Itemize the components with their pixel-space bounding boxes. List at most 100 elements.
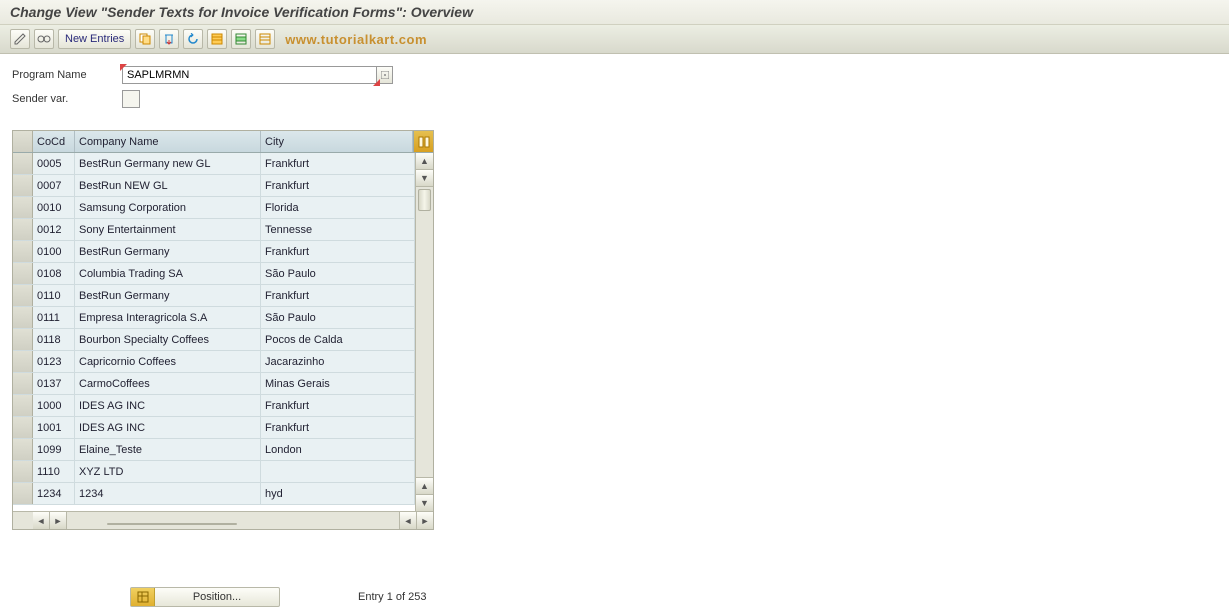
toggle-display-change-icon[interactable] — [10, 29, 30, 49]
delete-icon[interactable] — [159, 29, 179, 49]
cell-company-name: IDES AG INC — [75, 395, 261, 416]
cell-city: Frankfurt — [261, 153, 415, 174]
row-selector[interactable] — [13, 241, 33, 262]
cell-city: Frankfurt — [261, 175, 415, 196]
select-all-icon[interactable] — [207, 29, 227, 49]
cell-cocd: 0118 — [33, 329, 75, 350]
vertical-scrollbar[interactable]: ▲ ▼ ▲ ▼ — [415, 153, 433, 511]
table-row[interactable]: 0010Samsung CorporationFlorida — [13, 197, 433, 219]
table-row[interactable]: 1000IDES AG INCFrankfurt — [13, 395, 433, 417]
table-row[interactable]: 0111Empresa Interagricola S.ASão Paulo — [13, 307, 433, 329]
new-entries-label: New Entries — [65, 33, 124, 45]
application-toolbar: New Entries www.tutorialkart.com — [0, 25, 1229, 54]
row-selector[interactable] — [13, 483, 33, 504]
cell-city: São Paulo — [261, 307, 415, 328]
cell-city: Jacarazinho — [261, 351, 415, 372]
cell-city: Minas Gerais — [261, 373, 415, 394]
scroll-right-icon[interactable]: ► — [416, 512, 433, 529]
scroll-up-step-icon[interactable]: ▲ — [416, 477, 433, 494]
cell-company-name: Sony Entertainment — [75, 219, 261, 240]
row-selector[interactable] — [13, 417, 33, 438]
table-row[interactable]: 1001IDES AG INCFrankfurt — [13, 417, 433, 439]
cell-company-name: Columbia Trading SA — [75, 263, 261, 284]
cell-city: Frankfurt — [261, 395, 415, 416]
scroll-left-icon[interactable]: ◄ — [33, 512, 50, 529]
deselect-all-icon[interactable] — [255, 29, 275, 49]
cell-company-name: XYZ LTD — [75, 461, 261, 482]
table-row[interactable]: 0118Bourbon Specialty CoffeesPocos de Ca… — [13, 329, 433, 351]
new-entries-button[interactable]: New Entries — [58, 29, 131, 49]
watermark-text: www.tutorialkart.com — [285, 32, 427, 47]
program-name-input[interactable] — [122, 66, 377, 84]
cell-company-name: BestRun Germany new GL — [75, 153, 261, 174]
cell-cocd: 0005 — [33, 153, 75, 174]
table-row[interactable]: 0007BestRun NEW GLFrankfurt — [13, 175, 433, 197]
cell-cocd: 1001 — [33, 417, 75, 438]
cell-cocd: 1110 — [33, 461, 75, 482]
table-row[interactable]: 0012Sony EntertainmentTennesse — [13, 219, 433, 241]
select-block-icon[interactable] — [231, 29, 251, 49]
row-selector[interactable] — [13, 373, 33, 394]
table-row[interactable]: 0100BestRun GermanyFrankfurt — [13, 241, 433, 263]
table-row[interactable]: 0108Columbia Trading SASão Paulo — [13, 263, 433, 285]
hscroll-thumb[interactable] — [107, 523, 237, 525]
cell-company-name: Samsung Corporation — [75, 197, 261, 218]
scroll-left-step-icon[interactable]: ◄ — [399, 512, 416, 529]
table-row[interactable]: 1099Elaine_TesteLondon — [13, 439, 433, 461]
cell-city: Frankfurt — [261, 241, 415, 262]
scroll-right-step-icon[interactable]: ► — [50, 512, 67, 529]
table-row[interactable]: 0110BestRun GermanyFrankfurt — [13, 285, 433, 307]
position-button[interactable]: Position... — [130, 587, 280, 607]
cell-company-name: Capricornio Coffees — [75, 351, 261, 372]
row-selector[interactable] — [13, 219, 33, 240]
row-selector[interactable] — [13, 439, 33, 460]
col-header-cocd[interactable]: CoCd — [33, 131, 75, 152]
cell-cocd: 0100 — [33, 241, 75, 262]
row-selector[interactable] — [13, 351, 33, 372]
position-icon — [131, 588, 155, 606]
row-selector[interactable] — [13, 197, 33, 218]
col-header-city[interactable]: City — [261, 131, 413, 152]
scrollbar-thumb[interactable] — [418, 189, 431, 211]
cell-city: Florida — [261, 197, 415, 218]
cell-cocd: 0123 — [33, 351, 75, 372]
scroll-down-icon[interactable]: ▼ — [416, 494, 433, 511]
select-all-rows[interactable] — [13, 131, 33, 152]
row-selector[interactable] — [13, 329, 33, 350]
cell-company-name: BestRun Germany — [75, 241, 261, 262]
undo-icon[interactable] — [183, 29, 203, 49]
row-selector[interactable] — [13, 461, 33, 482]
row-selector[interactable] — [13, 263, 33, 284]
horizontal-scrollbar[interactable]: ◄ ► ◄ ► — [13, 511, 433, 529]
table-header: CoCd Company Name City — [13, 131, 433, 153]
page-title: Change View "Sender Texts for Invoice Ve… — [10, 4, 473, 20]
cell-company-name: CarmoCoffees — [75, 373, 261, 394]
copy-icon[interactable] — [135, 29, 155, 49]
row-selector[interactable] — [13, 307, 33, 328]
cell-company-name: Empresa Interagricola S.A — [75, 307, 261, 328]
cell-cocd: 0137 — [33, 373, 75, 394]
scroll-down-step-icon[interactable]: ▼ — [416, 170, 433, 187]
cell-company-name: Elaine_Teste — [75, 439, 261, 460]
col-header-company-name[interactable]: Company Name — [75, 131, 261, 152]
table-row[interactable]: 0123Capricornio CoffeesJacarazinho — [13, 351, 433, 373]
form-area: Program Name Sender var. — [0, 54, 1229, 122]
cell-city: Frankfurt — [261, 285, 415, 306]
table-row[interactable]: 1110XYZ LTD — [13, 461, 433, 483]
sender-var-label: Sender var. — [12, 93, 122, 105]
row-selector[interactable] — [13, 395, 33, 416]
cell-company-name: BestRun Germany — [75, 285, 261, 306]
table-row[interactable]: 12341234hyd — [13, 483, 433, 505]
scroll-up-icon[interactable]: ▲ — [416, 153, 433, 170]
cell-cocd: 0012 — [33, 219, 75, 240]
table-row[interactable]: 0005BestRun Germany new GLFrankfurt — [13, 153, 433, 175]
table-settings-icon[interactable] — [413, 131, 433, 152]
cell-cocd: 0110 — [33, 285, 75, 306]
row-selector[interactable] — [13, 153, 33, 174]
sender-var-input[interactable] — [122, 90, 140, 108]
table-row[interactable]: 0137CarmoCoffeesMinas Gerais — [13, 373, 433, 395]
row-selector[interactable] — [13, 285, 33, 306]
row-selector[interactable] — [13, 175, 33, 196]
cell-cocd: 0108 — [33, 263, 75, 284]
where-used-icon[interactable] — [34, 29, 54, 49]
